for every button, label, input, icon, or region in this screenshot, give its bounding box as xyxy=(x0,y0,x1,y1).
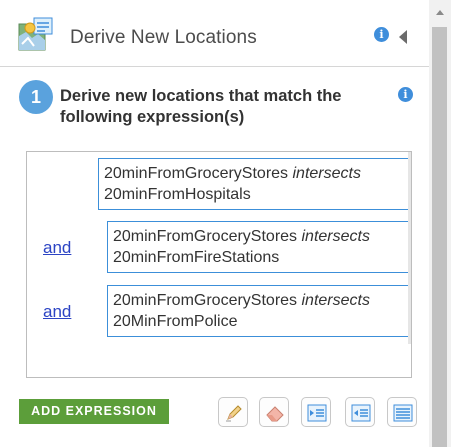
expressions-list: 20minFromGroceryStores intersects 20minF… xyxy=(26,151,412,378)
expression-right-layer: 20minFromHospitals xyxy=(104,186,251,203)
expression-operator: intersects xyxy=(301,228,370,245)
step-description: Derive new locations that match the foll… xyxy=(60,87,342,126)
scroll-thumb[interactable] xyxy=(432,27,447,447)
clear-all-expressions-button[interactable] xyxy=(387,397,417,427)
expressions-scrollbar[interactable] xyxy=(408,152,411,344)
panel-title: Derive New Locations xyxy=(70,27,257,48)
collapse-left-icon[interactable] xyxy=(399,30,407,44)
expression-item[interactable]: 20minFromGroceryStores intersects 20MinF… xyxy=(107,285,411,337)
panel-scrollbar[interactable] xyxy=(429,0,451,447)
erase-expression-button[interactable] xyxy=(259,397,289,427)
expression-item[interactable]: 20minFromGroceryStores intersects 20minF… xyxy=(107,221,411,273)
analysis-panel: Derive New Locations i 1 Derive new loca… xyxy=(0,0,429,447)
expression-operator: intersects xyxy=(292,165,361,182)
indent-expression-button[interactable] xyxy=(301,397,331,427)
edit-pencil-icon xyxy=(226,405,242,422)
expression-item[interactable]: 20minFromGroceryStores intersects 20minF… xyxy=(98,158,411,210)
scroll-up-arrow-icon[interactable] xyxy=(436,10,444,15)
eraser-icon xyxy=(266,406,284,422)
derive-new-locations-icon xyxy=(18,17,53,51)
expression-right-layer: 20MinFromPolice xyxy=(113,313,238,330)
connector-and-link[interactable]: and xyxy=(43,238,71,258)
step-number-badge: 1 xyxy=(19,80,53,114)
indent-expression-icon xyxy=(307,404,327,422)
clear-all-icon xyxy=(393,404,413,422)
expression-left-layer: 20minFromGroceryStores xyxy=(113,228,298,245)
expression-right-layer: 20minFromFireStations xyxy=(113,249,280,266)
expression-left-layer: 20minFromGroceryStores xyxy=(113,292,298,309)
expression-operator: intersects xyxy=(301,292,370,309)
add-expression-button[interactable]: ADD EXPRESSION xyxy=(19,399,169,424)
edit-expression-button[interactable] xyxy=(218,397,248,427)
info-icon[interactable]: i xyxy=(398,87,413,102)
info-icon[interactable]: i xyxy=(374,27,389,42)
outdent-expression-icon xyxy=(351,404,371,422)
expression-left-layer: 20minFromGroceryStores xyxy=(104,165,289,182)
panel-header: Derive New Locations i xyxy=(0,0,429,67)
outdent-expression-button[interactable] xyxy=(345,397,375,427)
connector-and-link[interactable]: and xyxy=(43,302,71,322)
